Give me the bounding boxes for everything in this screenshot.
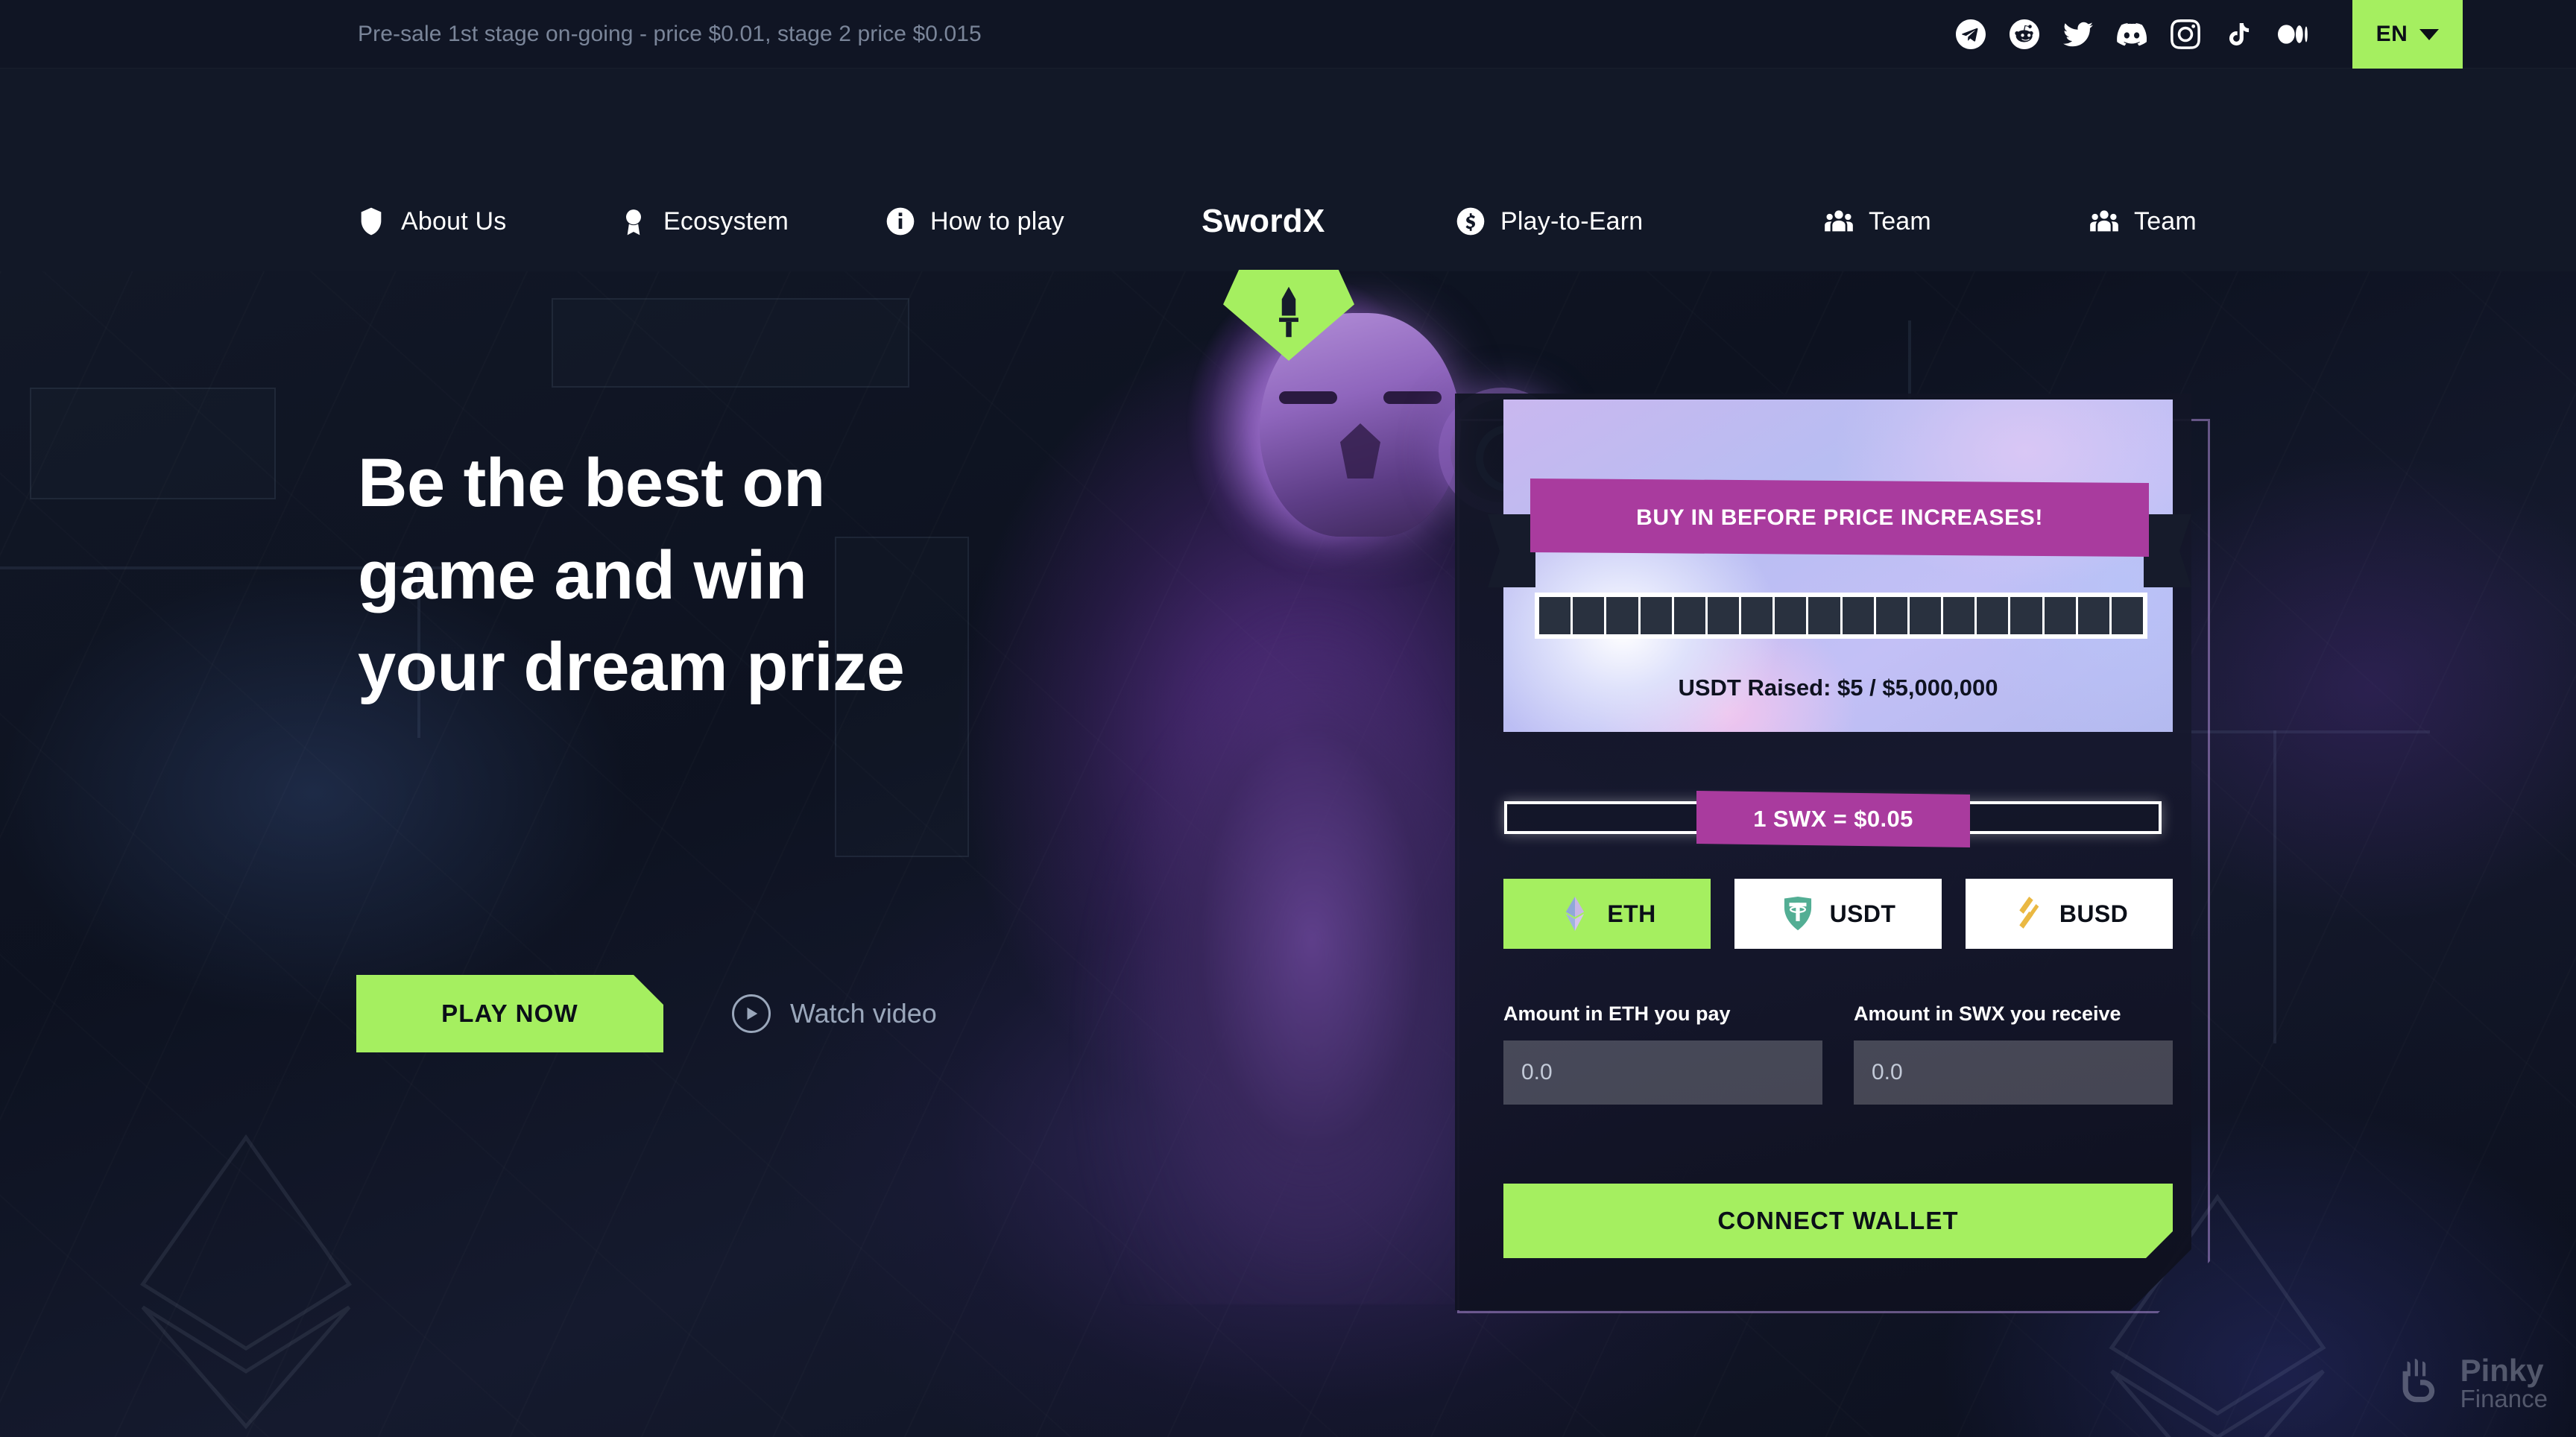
nav-label: How to play bbox=[930, 206, 1064, 236]
watermark-line-1: Pinky bbox=[2460, 1353, 2544, 1388]
progress-segment bbox=[2010, 597, 2042, 634]
progress-segment bbox=[1943, 597, 1975, 634]
language-selector[interactable]: EN bbox=[2352, 0, 2463, 69]
award-badge-icon bbox=[619, 206, 648, 236]
reddit-icon[interactable] bbox=[2010, 19, 2039, 49]
progress-segment bbox=[2111, 597, 2144, 634]
progress-segment bbox=[1573, 597, 1605, 634]
payment-method-group: ETH USDT BUSD bbox=[1503, 879, 2173, 949]
progress-segment bbox=[1808, 597, 1840, 634]
progress-segment bbox=[2077, 597, 2109, 634]
nav-item-about-us[interactable]: About Us bbox=[356, 206, 506, 236]
nav-label: About Us bbox=[401, 206, 507, 236]
usdt-raised-text: USDT Raised: $5 / $5,000,000 bbox=[1678, 675, 1998, 701]
twitter-icon[interactable] bbox=[2063, 19, 2093, 49]
headline-line: your dream prize bbox=[358, 629, 905, 706]
pay-field-group: Amount in ETH you pay bbox=[1503, 1002, 1822, 1105]
tiktok-icon[interactable] bbox=[2224, 19, 2254, 49]
presale-banner: BUY IN BEFORE PRICE INCREASES! bbox=[1530, 479, 2149, 557]
token-price-label: 1 SWX = $0.05 bbox=[1753, 806, 1913, 832]
nav-item-team-2[interactable]: Team bbox=[2089, 206, 2197, 236]
nav-item-ecosystem[interactable]: Ecosystem bbox=[619, 206, 789, 236]
nav-item-team-1[interactable]: Team bbox=[1824, 206, 1931, 236]
headline-line: Be the best on bbox=[358, 445, 825, 521]
receive-field-label: Amount in SWX you receive bbox=[1854, 1002, 2121, 1025]
telegram-icon[interactable] bbox=[1956, 19, 1986, 49]
payment-label: BUSD bbox=[2059, 900, 2129, 927]
people-icon bbox=[2089, 206, 2119, 236]
payment-method-busd[interactable]: BUSD bbox=[1966, 879, 2173, 949]
nav-label: Team bbox=[2134, 206, 2197, 236]
brand-logo-text[interactable]: SwordX bbox=[1202, 203, 1325, 240]
discord-icon[interactable] bbox=[2117, 19, 2147, 49]
progress-segment bbox=[1909, 597, 1942, 634]
play-now-label: PLAY NOW bbox=[441, 999, 578, 1027]
progress-segment bbox=[1539, 597, 1571, 634]
main-navigation: About Us Ecosystem How to play SwordX Pl… bbox=[0, 69, 2576, 361]
progress-segment bbox=[2044, 597, 2076, 634]
payment-label: ETH bbox=[1607, 900, 1656, 927]
watermark-line-2: Finance bbox=[2460, 1385, 2548, 1412]
payment-label: USDT bbox=[1829, 900, 1896, 927]
progress-segment bbox=[1640, 597, 1672, 634]
people-icon bbox=[1824, 206, 1854, 236]
page-title: Be the best on game and win your dream p… bbox=[358, 445, 1327, 724]
nav-label: Team bbox=[1869, 206, 1931, 236]
nav-item-how-to-play[interactable]: How to play bbox=[886, 206, 1064, 236]
watch-video-link[interactable]: Watch video bbox=[732, 994, 937, 1033]
watch-video-label: Watch video bbox=[790, 998, 937, 1029]
progress-segment bbox=[1606, 597, 1638, 634]
connect-wallet-label: CONNECT WALLET bbox=[1717, 1207, 1959, 1234]
progress-segment bbox=[1707, 597, 1740, 634]
shield-icon bbox=[356, 206, 386, 236]
decor-tech-panel bbox=[552, 298, 909, 388]
progress-segment bbox=[1741, 597, 1773, 634]
pay-field-label: Amount in ETH you pay bbox=[1503, 1002, 1731, 1025]
sword-icon bbox=[1279, 286, 1298, 338]
progress-segment bbox=[1775, 597, 1807, 634]
language-label: EN bbox=[2375, 22, 2408, 46]
page-root: Pre-sale 1st stage on-going - price $0.0… bbox=[0, 0, 2576, 1437]
receive-amount-input[interactable] bbox=[1854, 1040, 2173, 1105]
progress-segment bbox=[1875, 597, 1907, 634]
progress-segment bbox=[1842, 597, 1874, 634]
announcement-text: Pre-sale 1st stage on-going - price $0.0… bbox=[358, 21, 982, 46]
pinky-finance-watermark: Pinky Finance bbox=[2393, 1354, 2548, 1412]
chevron-down-icon bbox=[2419, 28, 2440, 40]
nav-item-play-to-earn[interactable]: Play-to-Earn bbox=[1456, 206, 1643, 236]
nav-label: Play-to-Earn bbox=[1500, 206, 1644, 236]
social-links bbox=[1956, 19, 2308, 49]
connect-wallet-button[interactable]: CONNECT WALLET bbox=[1503, 1184, 2173, 1258]
decor-tech-panel bbox=[30, 388, 276, 499]
token-price-badge: 1 SWX = $0.05 bbox=[1696, 791, 1970, 847]
presale-banner-text: BUY IN BEFORE PRICE INCREASES! bbox=[1636, 505, 2043, 530]
progress-segment bbox=[1673, 597, 1705, 634]
receive-field-group: Amount in SWX you receive bbox=[1854, 1002, 2173, 1105]
amount-fields: Amount in ETH you pay Amount in SWX you … bbox=[1503, 1002, 2173, 1105]
play-circle-icon bbox=[732, 994, 771, 1033]
tether-icon bbox=[1784, 897, 1811, 931]
pinky-hand-icon bbox=[2393, 1354, 2447, 1412]
nav-label: Ecosystem bbox=[663, 206, 789, 236]
announcement-bar: Pre-sale 1st stage on-going - price $0.0… bbox=[0, 0, 2576, 69]
medium-icon[interactable] bbox=[2278, 19, 2308, 49]
ethereum-diamond-icon bbox=[140, 1134, 352, 1430]
dollar-coin-icon bbox=[1456, 206, 1486, 236]
watermark-text: Pinky Finance bbox=[2460, 1353, 2548, 1412]
play-now-button[interactable]: PLAY NOW bbox=[356, 975, 663, 1052]
payment-method-eth[interactable]: ETH bbox=[1503, 879, 1711, 949]
headline-line: game and win bbox=[358, 537, 807, 613]
progress-segment bbox=[1977, 597, 2009, 634]
payment-method-usdt[interactable]: USDT bbox=[1734, 879, 1942, 949]
pay-amount-input[interactable] bbox=[1503, 1040, 1822, 1105]
instagram-icon[interactable] bbox=[2171, 19, 2200, 49]
ethereum-icon bbox=[1566, 897, 1585, 931]
busd-icon bbox=[2019, 897, 2039, 929]
info-circle-icon bbox=[886, 206, 915, 236]
presale-progress-bar bbox=[1535, 593, 2147, 639]
decor-tech-line bbox=[2273, 730, 2276, 1043]
